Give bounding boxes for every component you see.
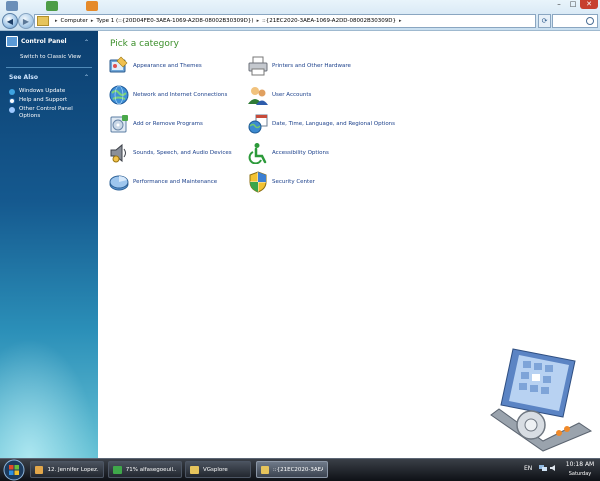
printer-icon: [248, 56, 268, 76]
collapse-icon[interactable]: ⌃: [84, 74, 89, 81]
task-label: 12. Jennifer Lopez...: [47, 466, 99, 473]
chevron-right-icon[interactable]: ▸: [257, 18, 260, 24]
control-panel-gadget-image: [490, 348, 593, 452]
taskbar-item-media[interactable]: 12. Jennifer Lopez...: [30, 461, 104, 478]
arrow-left-icon: ◀: [6, 16, 14, 26]
chevron-right-icon[interactable]: ▸: [91, 18, 94, 24]
category-label: Sounds, Speech, and Audio Devices: [133, 150, 232, 156]
performance-pie-icon: [109, 175, 129, 191]
arrow-right-icon: ▶: [22, 16, 30, 26]
add-remove-programs-icon: [110, 115, 128, 133]
category-label: Network and Internet Connections: [133, 92, 228, 98]
volume-icon[interactable]: [550, 464, 558, 472]
category-add-remove-programs[interactable]: Add or Remove Programs: [108, 113, 203, 135]
category-network-internet[interactable]: Network and Internet Connections: [108, 84, 227, 106]
collapse-icon[interactable]: ⌃: [84, 39, 89, 46]
category-sounds-speech-audio[interactable]: Sounds, Speech, and Audio Devices: [108, 142, 232, 164]
switch-classic-view-link[interactable]: Switch to Classic View: [20, 54, 81, 60]
clock-time: 10:18 AM: [565, 461, 595, 468]
chevron-right-icon[interactable]: ▸: [399, 18, 402, 24]
task-label: 71% alfasegoeuil...: [125, 466, 177, 473]
download-progress-icon: [113, 465, 122, 474]
toolbar: – □ ✕ ◀ ▶ ▸ Computer ▸ Type 1 (::{20D04F…: [0, 0, 600, 31]
search-input[interactable]: [552, 14, 598, 28]
category-printers-hardware[interactable]: Printers and Other Hardware: [247, 55, 351, 77]
breadcrumb-type1[interactable]: Type 1 (::{20D04FE0-3AEA-1069-A2D8-08002…: [96, 18, 253, 24]
quick-launch: [6, 1, 98, 11]
speaker-icon: [110, 143, 126, 163]
computer-icon[interactable]: [6, 1, 18, 11]
category-user-accounts[interactable]: User Accounts: [247, 84, 311, 106]
folder-icon: [37, 16, 49, 26]
clock-day: Saturday: [568, 471, 592, 477]
clock[interactable]: 10:18 AM Saturday: [562, 461, 598, 477]
task-label: VGsplore: [203, 466, 228, 473]
network-icon[interactable]: [539, 464, 547, 472]
media-icon[interactable]: [46, 1, 58, 11]
paint-icon[interactable]: [86, 1, 98, 11]
appearance-themes-icon: [109, 56, 128, 73]
minimize-button[interactable]: –: [552, 0, 566, 9]
address-bar[interactable]: ▸ Computer ▸ Type 1 (::{20D04FE0-3AEA-10…: [34, 14, 536, 28]
taskbar-item-folder[interactable]: VGsplore: [185, 461, 251, 478]
accessibility-icon: [248, 143, 267, 164]
help-icon: [9, 98, 15, 104]
sidebar-item-help[interactable]: Help and Support: [9, 97, 89, 104]
maximize-button[interactable]: □: [566, 0, 580, 9]
category-label: Performance and Maintenance: [133, 179, 218, 185]
category-label: Printers and Other Hardware: [272, 63, 351, 69]
control-panel-options-icon: [9, 107, 15, 113]
back-button[interactable]: ◀: [2, 13, 18, 29]
media-player-icon: [35, 465, 44, 474]
sidebar-header[interactable]: Control Panel: [6, 36, 67, 47]
sidebar-item-label: Windows Update: [19, 88, 66, 94]
network-globe-icon: [109, 85, 129, 105]
see-also-heading: See Also: [9, 74, 38, 81]
search-icon: [586, 17, 594, 25]
sidebar-item-windows-update[interactable]: Windows Update: [9, 88, 89, 95]
close-button[interactable]: ✕: [580, 0, 598, 9]
sidebar: Control Panel ⌃ Switch to Classic View S…: [0, 31, 98, 458]
user-accounts-icon: [248, 87, 268, 105]
category-performance-maintenance[interactable]: Performance and Maintenance: [108, 171, 217, 193]
category-label: Add or Remove Programs: [133, 121, 203, 127]
control-panel-icon: [6, 36, 18, 47]
security-shield-icon: [249, 171, 267, 193]
breadcrumb-control-panel[interactable]: ::{21EC2020-3AEA-1069-A2DD-08002B30309D}: [262, 18, 396, 24]
category-appearance-themes[interactable]: Appearance and Themes: [108, 55, 202, 77]
folder-icon: [190, 465, 199, 474]
sidebar-item-other-options[interactable]: Other Control Panel Options: [9, 106, 89, 120]
category-label: Accessibility Options: [272, 150, 329, 156]
sidebar-item-label: Help and Support: [19, 97, 68, 103]
breadcrumb-computer[interactable]: Computer: [61, 18, 88, 24]
sidebar-divider: [6, 67, 92, 68]
refresh-button[interactable]: ⟳: [538, 14, 551, 28]
task-label: ::{21EC2020-3AEA...: [272, 466, 323, 473]
page-title: Pick a category: [110, 39, 179, 49]
refresh-icon: ⟳: [541, 17, 548, 25]
control-panel-folder-icon: [261, 465, 269, 474]
forward-button[interactable]: ▶: [18, 13, 34, 29]
start-button[interactable]: [1, 459, 27, 481]
category-security-center[interactable]: Security Center: [247, 171, 315, 193]
taskbar-item-download[interactable]: 71% alfasegoeuil...: [108, 461, 182, 478]
category-accessibility[interactable]: Accessibility Options: [247, 142, 329, 164]
category-label: Appearance and Themes: [133, 63, 202, 69]
taskbar: 12. Jennifer Lopez... 71% alfasegoeuil..…: [0, 458, 600, 481]
windows-update-icon: [9, 89, 15, 95]
category-date-time-language[interactable]: Date, Time, Language, and Regional Optio…: [247, 113, 395, 135]
sidebar-wave: [0, 338, 98, 458]
category-label: User Accounts: [272, 92, 312, 98]
date-time-globe-icon: [248, 114, 268, 134]
language-indicator[interactable]: EN: [524, 465, 532, 472]
category-label: Date, Time, Language, and Regional Optio…: [272, 121, 396, 127]
sidebar-title: Control Panel: [21, 38, 67, 45]
category-label: Security Center: [272, 179, 315, 185]
sidebar-item-label: Other Control Panel Options: [19, 106, 73, 119]
chevron-right-icon[interactable]: ▸: [55, 18, 58, 24]
taskbar-item-control-panel[interactable]: ::{21EC2020-3AEA...: [256, 461, 328, 478]
